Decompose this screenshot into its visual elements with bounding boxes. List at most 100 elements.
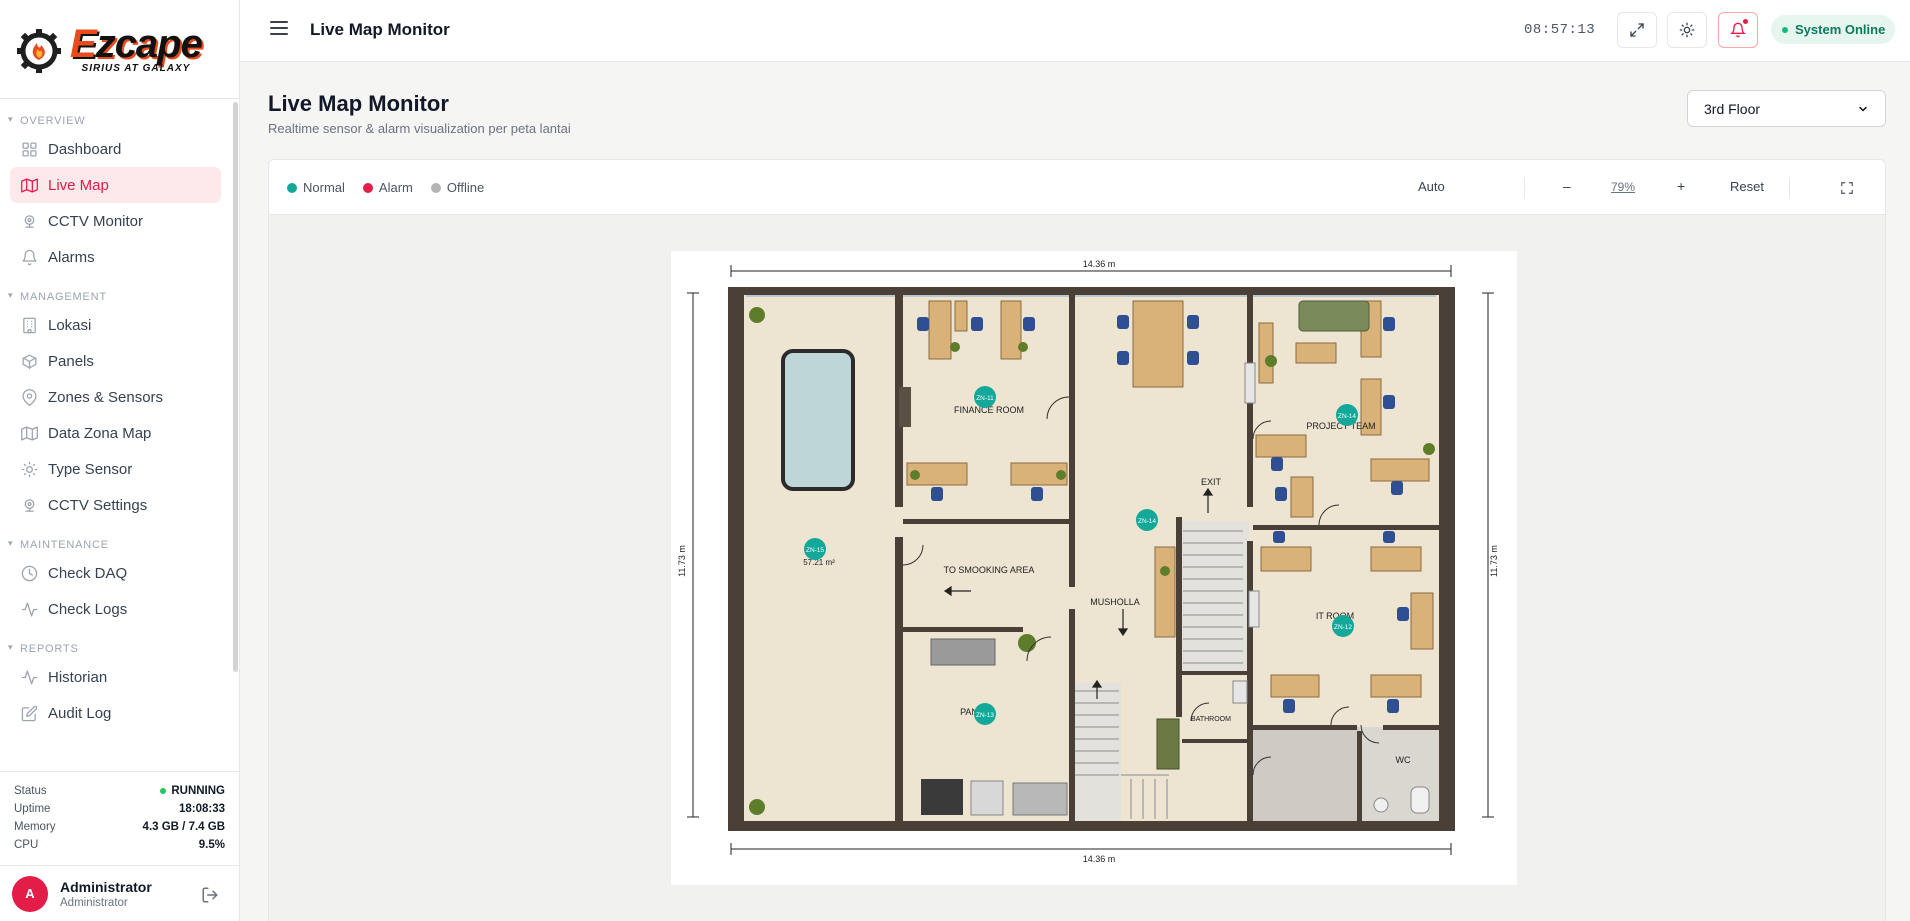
logo-emblem-icon bbox=[17, 29, 61, 73]
svg-text:ZN-13: ZN-13 bbox=[976, 712, 994, 719]
sidebar-item-label: Lokasi bbox=[48, 316, 92, 334]
running-dot bbox=[160, 787, 167, 794]
dim-height-right: 11.73 m bbox=[1489, 545, 1499, 577]
dim-height-left: 11.73 m bbox=[677, 545, 687, 577]
activity-icon bbox=[20, 600, 38, 618]
package-icon bbox=[20, 352, 38, 370]
brand-logo[interactable]: Ezcape SIRIUS AT GALAXY bbox=[0, 0, 239, 99]
floor-select[interactable]: 3rd Floor bbox=[1687, 90, 1886, 127]
sidebar-item-type-sensor[interactable]: Type Sensor bbox=[10, 451, 221, 487]
label-bathroom: BATHROOM bbox=[1191, 716, 1231, 723]
page-subtitle: Realtime sensor & alarm visualization pe… bbox=[268, 121, 571, 136]
zoom-in-button[interactable]: + bbox=[1677, 178, 1685, 194]
zone-marker[interactable]: ZN-15 bbox=[804, 538, 826, 560]
couch bbox=[1298, 300, 1370, 332]
avatar[interactable]: A bbox=[12, 875, 48, 912]
nav-section-reports[interactable]: REPORTS bbox=[0, 627, 231, 659]
sidebar-item-label: Live Map bbox=[48, 176, 109, 194]
notification-dot bbox=[1742, 18, 1749, 25]
system-status-panel: Status RUNNING Uptime 18:08:33 Memory 4.3 G… bbox=[0, 771, 239, 865]
dim-width-top: 14.36 m bbox=[1083, 259, 1116, 269]
sidebar-item-label: Data Zona Map bbox=[48, 424, 152, 442]
edit-icon bbox=[20, 704, 38, 722]
sidebar-item-zones-sensors[interactable]: Zones & Sensors bbox=[10, 379, 221, 415]
auto-fit-button[interactable]: Auto bbox=[1418, 179, 1445, 194]
map-toolbar: Normal Alarm Offline Auto – 79% + Reset bbox=[269, 160, 1885, 215]
sidebar-item-cctv-monitor[interactable]: CCTV Monitor bbox=[10, 203, 221, 239]
sidebar-item-live-map[interactable]: Live Map bbox=[10, 167, 221, 203]
sidebar-nav: OVERVIEW Dashboard Live Map CCTV Monitor Ala… bbox=[0, 99, 231, 773]
system-online-badge: System Online bbox=[1771, 15, 1896, 44]
label-musholla: MUSHOLLA bbox=[1090, 597, 1140, 607]
sidebar-item-historian[interactable]: Historian bbox=[10, 659, 221, 695]
sidebar-item-alarms[interactable]: Alarms bbox=[10, 239, 221, 275]
svg-text:ZN-14: ZN-14 bbox=[1338, 413, 1356, 420]
cpu-label: CPU bbox=[14, 839, 39, 851]
sidebar-scrollbar[interactable] bbox=[233, 102, 238, 672]
user-profile: A Administrator Administrator bbox=[0, 865, 239, 921]
svg-text:ZN-12: ZN-12 bbox=[1334, 624, 1352, 631]
zoom-level[interactable]: 79% bbox=[1611, 180, 1635, 194]
legend-alarm-dot bbox=[362, 182, 373, 193]
sidebar-item-audit-log[interactable]: Audit Log bbox=[10, 695, 221, 731]
toolbar-divider bbox=[1524, 177, 1525, 199]
bathroom-tiles bbox=[1250, 727, 1360, 823]
label-exit: EXIT bbox=[1201, 477, 1222, 487]
memory-value: 4.3 GB / 7.4 GB bbox=[142, 821, 225, 833]
sidebar-item-check-daq[interactable]: Check DAQ bbox=[10, 555, 221, 591]
sidebar: Ezcape SIRIUS AT GALAXY OVERVIEW Dashboar… bbox=[0, 0, 240, 921]
label-wc: WC bbox=[1396, 755, 1411, 765]
user-role: Administrator bbox=[60, 896, 128, 909]
notifications-button[interactable] bbox=[1718, 12, 1758, 48]
label-area: 57.21 m² bbox=[803, 558, 835, 567]
sidebar-item-label: Alarms bbox=[48, 248, 95, 266]
stair-area bbox=[1071, 683, 1121, 823]
label-smoking-area: TO SMOOKING AREA bbox=[944, 565, 1035, 575]
sidebar-item-cctv-settings[interactable]: CCTV Settings bbox=[10, 487, 221, 523]
fullscreen-map-icon[interactable] bbox=[1840, 181, 1854, 195]
floor-plan-svg[interactable]: 14.36 m 14.36 m 11.73 m 11.73 m FINANCE … bbox=[671, 251, 1517, 885]
status-label: Status bbox=[14, 785, 47, 797]
dim-width-bottom: 14.36 m bbox=[1083, 854, 1116, 864]
legend-normal: Normal bbox=[287, 180, 345, 195]
grid-icon bbox=[20, 140, 38, 158]
fullscreen-button[interactable] bbox=[1617, 12, 1657, 48]
nav-section-maintenance[interactable]: MAINTENANCE bbox=[0, 523, 231, 555]
zone-marker[interactable]: ZN-11 bbox=[974, 386, 996, 408]
zoom-out-button[interactable]: – bbox=[1563, 178, 1571, 194]
theme-toggle-button[interactable] bbox=[1667, 12, 1707, 48]
sidebar-item-label: CCTV Monitor bbox=[48, 212, 144, 230]
sidebar-item-panels[interactable]: Panels bbox=[10, 343, 221, 379]
sidebar-item-label: Type Sensor bbox=[48, 460, 133, 478]
legend-offline-dot bbox=[430, 182, 441, 193]
svg-text:ZN-14: ZN-14 bbox=[1138, 518, 1156, 525]
reset-button[interactable]: Reset bbox=[1730, 179, 1764, 194]
menu-toggle-icon[interactable] bbox=[270, 21, 288, 37]
zone-marker[interactable]: ZN-14 bbox=[1136, 509, 1158, 531]
topbar: Live Map Monitor 08:57:13 System Online bbox=[240, 0, 1910, 62]
nav-section-overview[interactable]: OVERVIEW bbox=[0, 99, 231, 131]
zone-marker[interactable]: ZN-14 bbox=[1336, 404, 1358, 426]
sidebar-item-label: Check Logs bbox=[48, 600, 128, 618]
topbar-title: Live Map Monitor bbox=[310, 20, 450, 39]
clock-icon bbox=[20, 564, 38, 582]
sidebar-item-data-zona-map[interactable]: Data Zona Map bbox=[10, 415, 221, 451]
clock: 08:57:13 bbox=[1524, 22, 1596, 38]
status-value: RUNNING bbox=[160, 785, 225, 797]
building-icon bbox=[20, 316, 38, 334]
sidebar-item-check-logs[interactable]: Check Logs bbox=[10, 591, 221, 627]
nav-section-management[interactable]: MANAGEMENT bbox=[0, 275, 231, 307]
user-name: Administrator bbox=[60, 878, 152, 895]
stair-area-2 bbox=[1179, 521, 1249, 673]
zone-marker[interactable]: ZN-13 bbox=[974, 703, 996, 725]
svg-text:ZN-11: ZN-11 bbox=[976, 395, 994, 402]
zone-marker[interactable]: ZN-12 bbox=[1332, 615, 1354, 637]
logo-word: Ezcape bbox=[70, 22, 203, 66]
floor-plan[interactable]: 14.36 m 14.36 m 11.73 m 11.73 m FINANCE … bbox=[671, 251, 1517, 885]
logout-icon[interactable] bbox=[201, 886, 219, 904]
expand-icon bbox=[1630, 23, 1644, 37]
sidebar-item-dashboard[interactable]: Dashboard bbox=[10, 131, 221, 167]
cpu-value: 9.5% bbox=[198, 839, 225, 851]
sidebar-item-lokasi[interactable]: Lokasi bbox=[10, 307, 221, 343]
uptime-label: Uptime bbox=[14, 803, 51, 815]
